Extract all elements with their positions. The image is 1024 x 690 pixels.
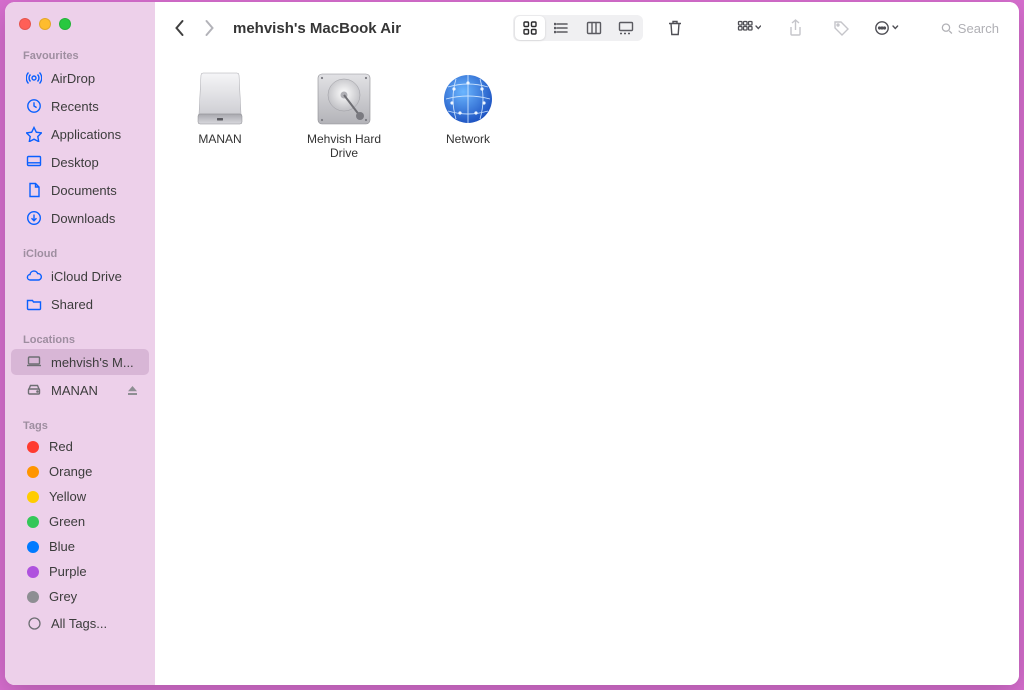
sidebar-item-label: Red xyxy=(49,439,141,454)
tag-dot-icon xyxy=(27,591,39,603)
back-button[interactable] xyxy=(167,14,191,42)
airdrop-icon xyxy=(25,69,43,87)
sidebar-item-downloads[interactable]: Downloads xyxy=(11,205,149,231)
sidebar-item-label: Orange xyxy=(49,464,141,479)
sidebar-tag-red[interactable]: Red xyxy=(11,435,149,458)
finder-window: Favourites AirDrop Recents Applications … xyxy=(5,2,1019,685)
section-tags-label: Tags xyxy=(5,416,155,434)
sidebar-item-label: Yellow xyxy=(49,489,141,504)
trash-button[interactable] xyxy=(661,14,689,42)
item-label: Network xyxy=(446,132,490,146)
sidebar-item-label: Recents xyxy=(51,99,141,114)
section-favourites-label: Favourites xyxy=(5,46,155,64)
desktop-icon xyxy=(25,153,43,171)
icon-view-button[interactable] xyxy=(515,16,545,40)
minimize-button[interactable] xyxy=(39,18,51,30)
tag-dot-icon xyxy=(27,541,39,553)
laptop-icon xyxy=(25,353,43,371)
group-menu-button[interactable] xyxy=(735,14,763,42)
sidebar-item-label: Documents xyxy=(51,183,141,198)
section-locations-label: Locations xyxy=(5,330,155,348)
sidebar-item-label: Downloads xyxy=(51,211,141,226)
sidebar-item-shared[interactable]: Shared xyxy=(11,291,149,317)
main-area: mehvish's MacBook Air xyxy=(155,2,1019,685)
clock-icon xyxy=(25,97,43,115)
search-field[interactable]: Search xyxy=(933,18,1007,39)
item-label: MANAN xyxy=(198,132,241,146)
shared-folder-icon xyxy=(25,295,43,313)
tag-dot-icon xyxy=(27,441,39,453)
close-button[interactable] xyxy=(19,18,31,30)
sidebar-tag-yellow[interactable]: Yellow xyxy=(11,485,149,508)
sidebar-item-label: Desktop xyxy=(51,155,141,170)
sidebar-item-label: Grey xyxy=(49,589,141,604)
apps-icon xyxy=(25,125,43,143)
window-controls xyxy=(5,12,155,46)
sidebar-all-tags[interactable]: All Tags... xyxy=(11,610,149,636)
icloud-icon xyxy=(25,267,43,285)
sidebar: Favourites AirDrop Recents Applications … xyxy=(5,2,155,685)
all-tags-icon xyxy=(25,614,43,632)
sidebar-tag-purple[interactable]: Purple xyxy=(11,560,149,583)
network-globe-icon xyxy=(436,72,500,126)
network-item[interactable]: Network xyxy=(423,72,513,146)
downloads-icon xyxy=(25,209,43,227)
column-view-button[interactable] xyxy=(579,16,609,40)
icon-grid: MANAN Mehvish Hard Drive Network xyxy=(155,54,1019,685)
sidebar-item-label: Shared xyxy=(51,297,141,312)
sidebar-item-applications[interactable]: Applications xyxy=(11,121,149,147)
drive-item-external[interactable]: MANAN xyxy=(175,72,265,146)
tag-dot-icon xyxy=(27,516,39,528)
sidebar-item-icloud-drive[interactable]: iCloud Drive xyxy=(11,263,149,289)
more-actions-button[interactable] xyxy=(873,14,901,42)
view-options-group xyxy=(513,15,643,41)
internal-drive-icon xyxy=(312,72,376,126)
sidebar-item-label: MANAN xyxy=(51,383,118,398)
sidebar-item-external-disk[interactable]: MANAN xyxy=(11,377,149,403)
sidebar-tag-blue[interactable]: Blue xyxy=(11,535,149,558)
fullscreen-button[interactable] xyxy=(59,18,71,30)
sidebar-item-label: All Tags... xyxy=(51,616,141,631)
sidebar-tag-green[interactable]: Green xyxy=(11,510,149,533)
forward-button[interactable] xyxy=(197,14,221,42)
sidebar-item-label: mehvish's M... xyxy=(51,355,141,370)
section-icloud-label: iCloud xyxy=(5,244,155,262)
sidebar-tag-grey[interactable]: Grey xyxy=(11,585,149,608)
eject-icon[interactable] xyxy=(126,384,139,397)
sidebar-item-documents[interactable]: Documents xyxy=(11,177,149,203)
sidebar-item-label: Green xyxy=(49,514,141,529)
sidebar-item-label: Purple xyxy=(49,564,141,579)
tags-button[interactable] xyxy=(827,14,855,42)
sidebar-item-label: AirDrop xyxy=(51,71,141,86)
disk-icon xyxy=(25,381,43,399)
tag-dot-icon xyxy=(27,491,39,503)
sidebar-item-desktop[interactable]: Desktop xyxy=(11,149,149,175)
external-drive-icon xyxy=(188,72,252,126)
sidebar-item-label: iCloud Drive xyxy=(51,269,141,284)
sidebar-item-label: Blue xyxy=(49,539,141,554)
search-placeholder: Search xyxy=(958,21,999,36)
window-title: mehvish's MacBook Air xyxy=(233,20,401,37)
sidebar-item-airdrop[interactable]: AirDrop xyxy=(11,65,149,91)
sidebar-item-recents[interactable]: Recents xyxy=(11,93,149,119)
sidebar-item-this-mac[interactable]: mehvish's M... xyxy=(11,349,149,375)
share-button[interactable] xyxy=(781,14,809,42)
sidebar-item-label: Applications xyxy=(51,127,141,142)
gallery-view-button[interactable] xyxy=(611,16,641,40)
search-icon xyxy=(941,22,953,35)
sidebar-tag-orange[interactable]: Orange xyxy=(11,460,149,483)
drive-item-internal[interactable]: Mehvish Hard Drive xyxy=(299,72,389,161)
tag-dot-icon xyxy=(27,466,39,478)
item-label: Mehvish Hard Drive xyxy=(299,132,389,161)
list-view-button[interactable] xyxy=(547,16,577,40)
toolbar: mehvish's MacBook Air xyxy=(155,2,1019,54)
tag-dot-icon xyxy=(27,566,39,578)
documents-icon xyxy=(25,181,43,199)
